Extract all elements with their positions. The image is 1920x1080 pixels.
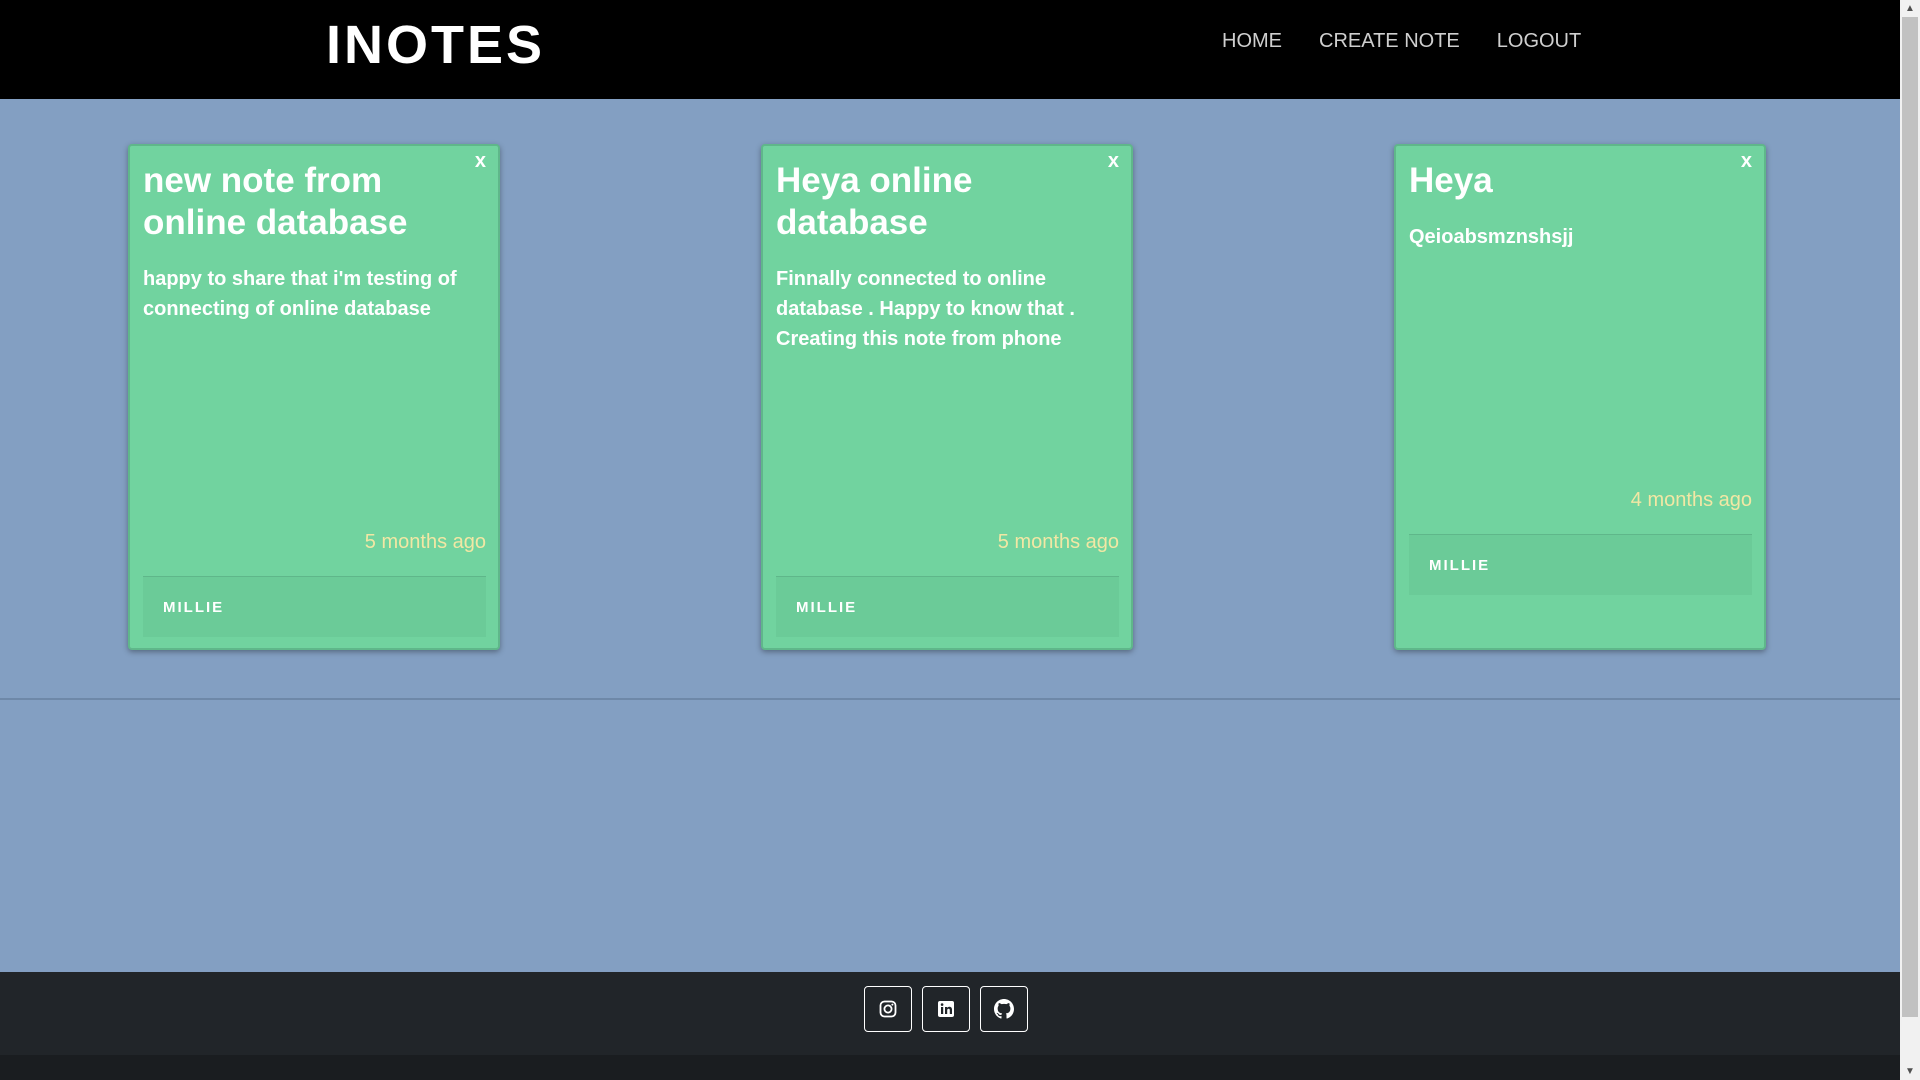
scroll-down-arrow-icon[interactable]: ▼ — [1900, 1063, 1920, 1080]
note-author: MILLIE — [796, 599, 858, 616]
linkedin-button[interactable] — [922, 986, 970, 1032]
note-title: new note from online database — [143, 161, 408, 242]
note-body: happy to share that i'm testing of conne… — [143, 268, 457, 320]
nav-home-link[interactable]: HOME — [1222, 30, 1282, 53]
note-author: MILLIE — [1429, 557, 1491, 574]
scroll-up-arrow-icon[interactable]: ▲ — [1900, 0, 1920, 17]
github-button[interactable] — [980, 986, 1028, 1032]
social-links — [864, 986, 1028, 1032]
notes-container: x new note from online database happy to… — [0, 99, 1900, 700]
note-author: MILLIE — [163, 599, 225, 616]
note-card: x new note from online database happy to… — [128, 144, 500, 650]
note-card: x Heya online database Finnally connecte… — [761, 144, 1133, 650]
note-title: Heya — [1409, 161, 1493, 200]
note-timestamp: 5 months ago — [364, 531, 486, 553]
brand-logo[interactable]: INOTES — [326, 14, 545, 76]
scrollbar-thumb[interactable] — [1902, 17, 1918, 1017]
note-timestamp: 4 months ago — [1630, 489, 1752, 511]
note-card: x Heya Qeioabsmznshsjj 4 months ago MILL… — [1394, 144, 1766, 650]
linkedin-icon — [938, 1001, 954, 1017]
github-icon — [994, 999, 1014, 1019]
note-body: Qeioabsmznshsjj — [1409, 226, 1574, 248]
vertical-scrollbar[interactable]: ▲ ▼ — [1900, 0, 1920, 1080]
note-timestamp: 5 months ago — [997, 531, 1119, 553]
note-footer: MILLIE — [1409, 534, 1752, 595]
note-footer: MILLIE — [143, 576, 486, 637]
note-footer: MILLIE — [776, 576, 1119, 637]
page: INOTES HOME CREATE NOTE LOGOUT x new not… — [0, 0, 1900, 1080]
nav-create-note-link[interactable]: CREATE NOTE — [1319, 30, 1460, 53]
nav-logout-link[interactable]: LOGOUT — [1497, 30, 1581, 53]
footer-bottom-bar — [0, 1055, 1900, 1080]
nav-links: HOME CREATE NOTE LOGOUT — [1222, 30, 1581, 53]
instagram-button[interactable] — [864, 986, 912, 1032]
note-title: Heya online database — [776, 161, 973, 242]
note-body: Finnally connected to online database . … — [776, 268, 1075, 350]
footer — [0, 972, 1900, 1055]
instagram-icon — [879, 1000, 897, 1018]
navbar: INOTES HOME CREATE NOTE LOGOUT — [0, 0, 1900, 99]
